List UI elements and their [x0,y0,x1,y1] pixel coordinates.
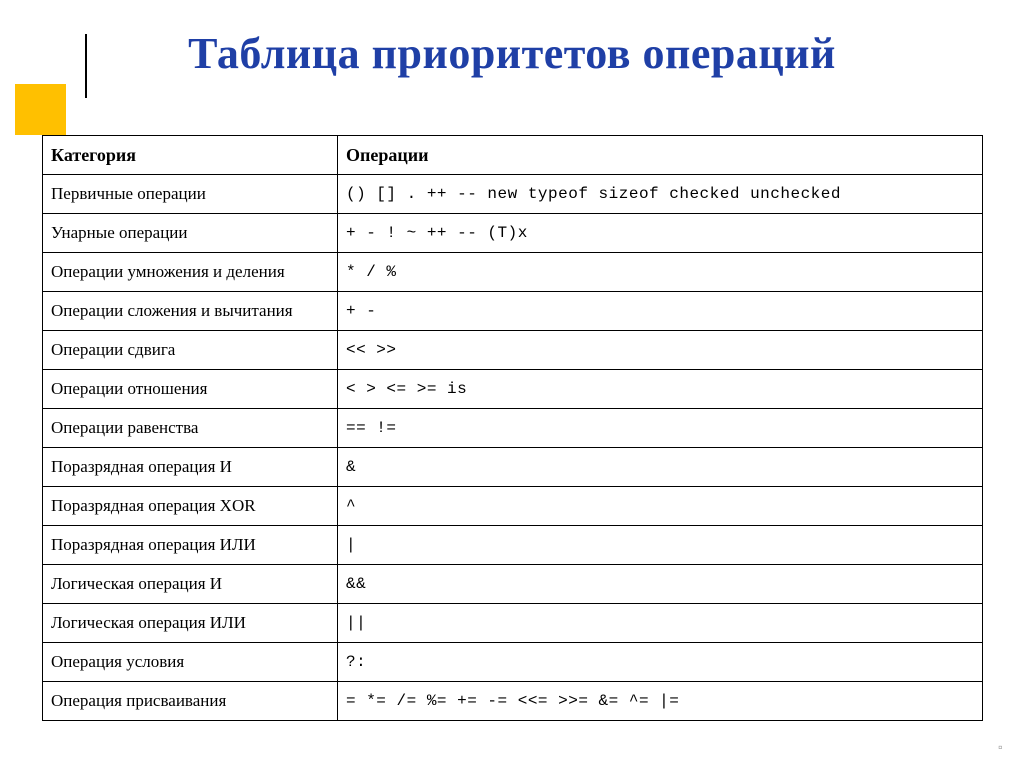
cell-operations: = *= /= %= += -= <<= >>= &= ^= |= [338,682,983,721]
table-row: Операции отношения < > <= >= is [43,370,983,409]
cell-operations: ^ [338,487,983,526]
table-row: Операции равенства == != [43,409,983,448]
header-operations: Операции [338,136,983,175]
table-row: Поразрядная операция XOR ^ [43,487,983,526]
cell-category: Логическая операция И [43,565,338,604]
cell-operations: && [338,565,983,604]
cell-operations: < > <= >= is [338,370,983,409]
cell-operations: || [338,604,983,643]
table-row: Поразрядная операция И & [43,448,983,487]
cell-category: Операции отношения [43,370,338,409]
precedence-table: Категория Операции Первичные операции ()… [42,135,983,721]
slide-title: Таблица приоритетов операций [188,29,836,78]
header-category: Категория [43,136,338,175]
cell-category: Логическая операция ИЛИ [43,604,338,643]
cell-operations: | [338,526,983,565]
cell-category: Операция присваивания [43,682,338,721]
cell-category: Поразрядная операция ИЛИ [43,526,338,565]
cell-operations: & [338,448,983,487]
cell-category: Поразрядная операция И [43,448,338,487]
table-row: Логическая операция ИЛИ || [43,604,983,643]
cell-category: Операции равенства [43,409,338,448]
slide: Таблица приоритетов операций Категория О… [0,0,1024,767]
table-row: Поразрядная операция ИЛИ | [43,526,983,565]
cell-operations: << >> [338,331,983,370]
cell-operations: * / % [338,253,983,292]
cell-operations: () [] . ++ -- new typeof sizeof checked … [338,175,983,214]
table-row: Логическая операция И && [43,565,983,604]
cell-category: Поразрядная операция XOR [43,487,338,526]
cell-operations: == != [338,409,983,448]
title-container: Таблица приоритетов операций [0,28,1024,79]
cell-category: Операции сдвига [43,331,338,370]
table-row: Унарные операции + - ! ~ ++ -- (T)x [43,214,983,253]
cell-category: Унарные операции [43,214,338,253]
table-row: Операция условия ?: [43,643,983,682]
table-row: Операции сложения и вычитания + - [43,292,983,331]
table-row: Операции сдвига << >> [43,331,983,370]
table-row: Операции умножения и деления * / % [43,253,983,292]
accent-square [15,84,66,135]
text-cursor [85,34,87,98]
cell-category: Операции сложения и вычитания [43,292,338,331]
precedence-table-container: Категория Операции Первичные операции ()… [42,135,982,721]
cell-category: Первичные операции [43,175,338,214]
cell-operations: + - ! ~ ++ -- (T)x [338,214,983,253]
cell-category: Операция условия [43,643,338,682]
end-of-slide-mark: ▫ [997,741,1004,755]
cell-operations: + - [338,292,983,331]
table-row: Операция присваивания = *= /= %= += -= <… [43,682,983,721]
table-row: Первичные операции () [] . ++ -- new typ… [43,175,983,214]
table-header-row: Категория Операции [43,136,983,175]
cell-operations: ?: [338,643,983,682]
cell-category: Операции умножения и деления [43,253,338,292]
